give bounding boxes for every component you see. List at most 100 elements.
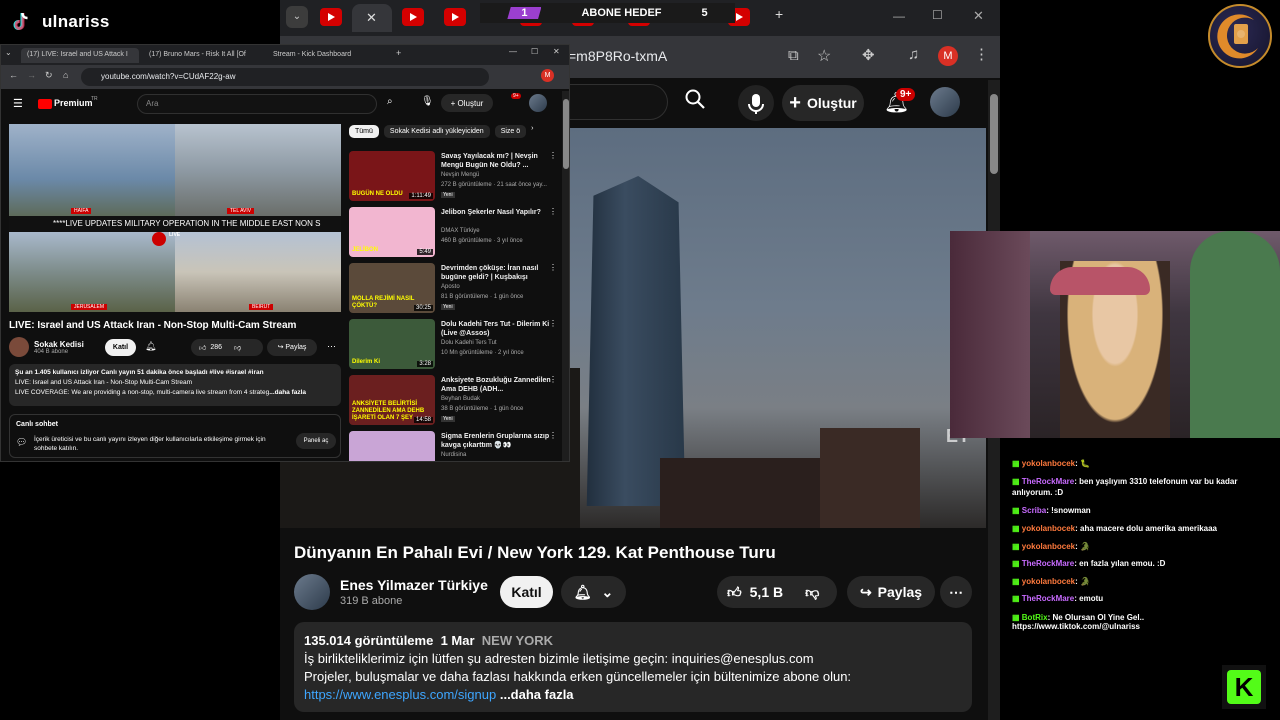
browser-menu-icon[interactable]: ⋮ <box>974 45 989 63</box>
home-icon[interactable]: ⌂ <box>63 70 68 80</box>
profile-avatar[interactable]: M <box>541 69 554 82</box>
chevron-right-icon[interactable]: › <box>531 125 533 138</box>
channel-avatar[interactable] <box>9 337 29 357</box>
join-button[interactable]: Katıl <box>500 576 553 608</box>
like-dislike-group[interactable]: 👍︎ 286 👎︎ <box>191 339 263 356</box>
chip-all[interactable]: Tümü <box>349 125 379 138</box>
recommended-video[interactable]: JELİBON 5:49 Jelibon Şekerler Nasıl Yapılı… <box>349 207 559 259</box>
subscribe-bell-button[interactable]: 🔔︎ ⌄ <box>561 576 626 608</box>
more-actions-button[interactable]: ⋯ <box>940 576 972 608</box>
video-description[interactable]: 135.014 görüntüleme 1 Mar NEW YORK İş bi… <box>294 622 972 712</box>
more-options-icon[interactable]: ⋮ <box>549 263 557 272</box>
channel-name[interactable]: Dolu Kadehi Ters Tut <box>441 340 497 346</box>
search-icon[interactable] <box>684 88 706 116</box>
create-button[interactable]: + Oluştur <box>441 94 493 112</box>
page-scrollbar[interactable] <box>562 91 569 461</box>
more-options-icon[interactable]: ⋮ <box>549 207 557 216</box>
voice-search-icon[interactable]: 🎙︎ <box>421 96 434 107</box>
recommended-video[interactable]: Dilerim Ki 3:28 Dolu Kadehi Ters Tut - Dil… <box>349 319 559 371</box>
url-field[interactable]: youtube.com/watch?v=CUdAF22g-aw <box>81 68 489 86</box>
install-app-icon[interactable]: ⧉ <box>788 47 799 64</box>
channel-name[interactable]: Nevşin Mengü <box>441 172 479 178</box>
user-avatar[interactable] <box>529 94 547 112</box>
chip-for-you[interactable]: Size ö <box>494 125 527 138</box>
tab-kick-dashboard[interactable]: Stream - Kick Dashboard <box>267 48 385 63</box>
tab-youtube-2[interactable] <box>402 8 424 26</box>
voice-search-icon[interactable] <box>738 85 774 121</box>
user-avatar[interactable] <box>930 87 960 117</box>
maximize-icon[interactable]: ☐ <box>932 8 943 22</box>
video-title[interactable]: Savaş Yayılacak mı? | Nevşin Mengü Bugün… <box>441 152 551 170</box>
video-thumbnail[interactable]: BUGÜN NE OLDU 1:11:49 <box>349 151 435 201</box>
chat-username[interactable]: yokolanbocek <box>1022 577 1075 586</box>
channel-name[interactable]: Sokak Kedisi <box>34 340 84 349</box>
recommended-video[interactable]: ANKSİYETE BELİRTİSİ ZANNEDİLEN AMA DEHB … <box>349 375 559 427</box>
live-video-player[interactable]: ****LIVE UPDATES MILITARY OPERATION IN T… <box>9 124 341 312</box>
like-count[interactable]: 5,1 B <box>750 584 783 600</box>
more-options-icon[interactable]: ⋮ <box>549 319 557 328</box>
chat-username[interactable]: yokolanbocek <box>1022 542 1075 551</box>
new-tab-icon[interactable]: + <box>775 6 783 22</box>
description-link[interactable]: https://www.enesplus.com/signup <box>304 687 496 702</box>
video-title[interactable]: Sigma Erenlerin Gruplarına sızıp kavga ç… <box>441 432 551 450</box>
live-description[interactable]: Şu an 1.405 kullanıcı izliyor Canlı yayı… <box>9 364 341 406</box>
back-icon[interactable]: ← <box>9 70 18 80</box>
forward-icon[interactable]: → <box>27 70 36 80</box>
more-options-icon[interactable]: ⋮ <box>549 431 557 440</box>
bell-icon[interactable]: 🔔︎ <box>145 341 156 352</box>
tab-youtube-3[interactable] <box>444 8 466 26</box>
create-button[interactable]: + Oluştur <box>782 85 864 121</box>
video-thumbnail[interactable]: Sigma Nurullah <box>349 431 435 461</box>
channel-avatar[interactable] <box>294 574 330 610</box>
channel-name[interactable]: Nurdisina <box>441 452 466 458</box>
dislike-icon[interactable]: 👎︎ <box>805 584 819 601</box>
chat-username[interactable]: yokolanbocek <box>1022 459 1075 468</box>
tab-bruno-mars[interactable]: (17) Bruno Mars - Risk It All [Of <box>143 48 259 63</box>
hamburger-menu-icon[interactable]: ☰ <box>13 97 23 110</box>
video-thumbnail[interactable]: MOLLA REJİMİ NASIL ÇÖKTÜ? 30:25 <box>349 263 435 313</box>
channel-name[interactable]: DMAX Türkiye <box>441 228 480 234</box>
reload-icon[interactable]: ↻ <box>45 70 53 81</box>
more-actions-icon[interactable]: ⋯ <box>327 341 336 352</box>
more-options-icon[interactable]: ⋮ <box>549 151 557 160</box>
tab-active[interactable]: ✕ <box>352 4 392 32</box>
chat-username[interactable]: TheRockMare <box>1022 594 1074 603</box>
minimize-icon[interactable]: — <box>893 9 905 23</box>
join-button[interactable]: Katıl <box>105 339 136 356</box>
chat-username[interactable]: Scriba <box>1022 506 1046 515</box>
share-button[interactable]: ↪ Paylaş <box>847 576 935 608</box>
chat-username[interactable]: yokolanbocek <box>1022 524 1075 533</box>
new-tab-icon[interactable]: + <box>396 48 401 58</box>
tab-live-israel[interactable]: (17) LIVE: Israel and US Attack I <box>21 48 139 63</box>
video-title[interactable]: Dolu Kadehi Ters Tut - Dilerim Ki (Live … <box>441 320 551 338</box>
video-thumbnail[interactable]: JELİBON 5:49 <box>349 207 435 257</box>
youtube-logo-icon[interactable] <box>38 99 52 109</box>
channel-name[interactable]: Aposto <box>441 284 460 290</box>
chat-username[interactable]: TheRockMare <box>1022 559 1074 568</box>
video-thumbnail[interactable]: ANKSİYETE BELİRTİSİ ZANNEDİLEN AMA DEHB … <box>349 375 435 425</box>
like-icon[interactable]: 👍︎ <box>727 584 742 601</box>
live-play-icon[interactable] <box>152 232 166 246</box>
media-control-icon[interactable]: ♫ <box>908 46 919 63</box>
search-input[interactable]: Ara <box>137 94 377 114</box>
minimize-icon[interactable]: — <box>509 47 517 56</box>
more-options-icon[interactable]: ⋮ <box>549 375 557 384</box>
chip-uploader[interactable]: Sokak Kedisi adlı yükleyiciden <box>383 125 490 138</box>
show-more-link[interactable]: ...daha fazla <box>500 687 574 702</box>
recommended-video[interactable]: Sigma Nurullah Sigma Erenlerin Gruplarına… <box>349 431 559 461</box>
search-icon[interactable]: ⌕ <box>387 96 393 107</box>
location-tag[interactable]: NEW YORK <box>482 633 553 648</box>
share-button[interactable]: ↪ Paylaş <box>267 339 317 356</box>
tab-search-button[interactable]: ⌄ <box>5 48 12 57</box>
url-text[interactable]: =m8P8Ro-txmA <box>568 48 667 64</box>
maximize-icon[interactable]: ☐ <box>531 47 538 56</box>
video-title[interactable]: Jelibon Şekerler Nasıl Yapılır? <box>441 208 551 217</box>
profile-avatar[interactable]: M <box>938 46 958 66</box>
video-thumbnail[interactable]: Dilerim Ki 3:28 <box>349 319 435 369</box>
extensions-icon[interactable]: ✥ <box>862 46 875 64</box>
chat-username[interactable]: TheRockMare <box>1022 477 1074 486</box>
video-title[interactable]: Anksiyete Bozukluğu Zannedilen Ama DEHB … <box>441 376 551 394</box>
tab-search-button[interactable]: ⌄ <box>286 6 308 28</box>
bookmark-star-icon[interactable]: ☆ <box>817 46 831 66</box>
open-panel-button[interactable]: Paneli aç <box>296 433 336 449</box>
